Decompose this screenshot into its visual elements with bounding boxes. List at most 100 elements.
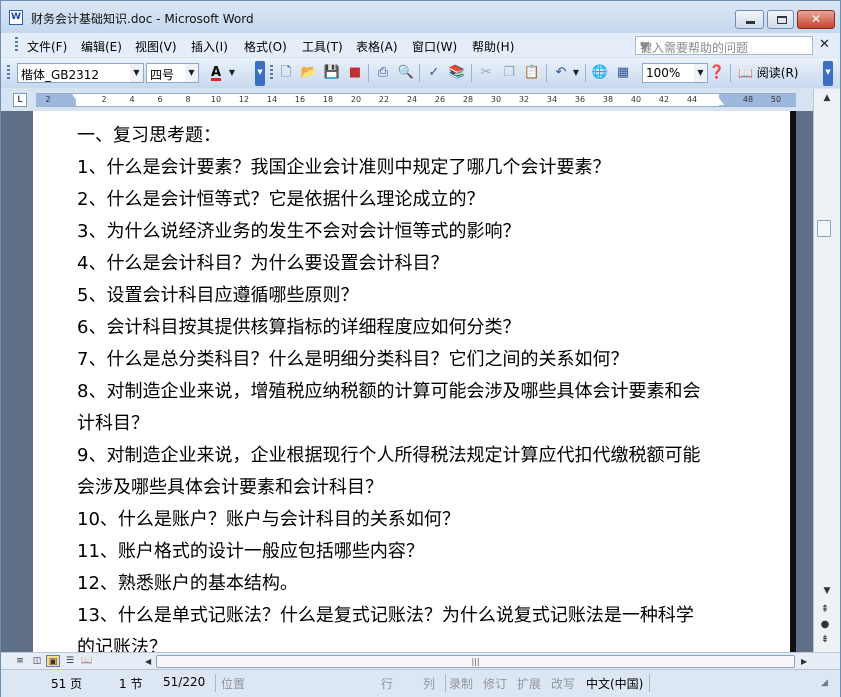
menu-insert[interactable]: 插入(I) — [191, 38, 228, 55]
menu-tools[interactable]: 工具(T) — [302, 38, 343, 55]
web-view-icon[interactable]: ◫ — [30, 655, 44, 667]
toolbar-options-icon[interactable]: ▼ — [823, 61, 833, 86]
status-page-count: 51/220 — [163, 675, 206, 689]
toolbar-grip-icon[interactable] — [7, 65, 10, 81]
print-preview-icon[interactable]: 🔍 — [397, 64, 415, 82]
open-folder-icon[interactable]: 📂 — [300, 64, 318, 82]
horizontal-ruler[interactable]: 2 2 4 6 8 10 12 14 16 18 20 22 24 26 28 … — [36, 93, 796, 107]
ruler-right-margin — [719, 94, 796, 106]
menu-edit[interactable]: 编辑(E) — [81, 38, 122, 55]
menu-window[interactable]: 窗口(W) — [412, 38, 457, 55]
toolbar-options-icon[interactable]: ▼ — [255, 61, 265, 86]
status-page: 51 页 — [51, 677, 83, 691]
close-button[interactable]: ✕ — [797, 10, 835, 29]
document-line: 12、熟悉账户的基本结构。 — [77, 573, 298, 594]
zoom-select[interactable]: 100% ▼ — [642, 63, 708, 83]
document-line: 4、什么是会计科目？为什么要设置会计科目？ — [77, 253, 449, 274]
ruler-tick: 4 — [129, 95, 135, 104]
minimize-icon — [746, 21, 755, 24]
book-icon: 📖 — [738, 66, 757, 80]
horizontal-scrollbar[interactable]: ◀ ||| ▶ — [101, 655, 807, 668]
vertical-scroll-thumb[interactable] — [817, 220, 831, 237]
help-search-input[interactable]: 键入需要帮助的问题 ▼ — [635, 36, 813, 55]
print-icon[interactable]: ⎙ — [374, 64, 392, 82]
reading-view-icon[interactable]: 📖 — [80, 655, 94, 667]
menu-help[interactable]: 帮助(H) — [472, 38, 514, 55]
help-icon[interactable]: ❓ — [708, 64, 726, 82]
tab-selector[interactable]: L — [13, 93, 27, 107]
copy-icon[interactable]: ❐ — [500, 64, 518, 82]
ruler-tick: 18 — [322, 95, 334, 104]
menu-view[interactable]: 视图(V) — [135, 38, 177, 55]
status-record[interactable]: 录制 — [449, 675, 473, 692]
cut-icon[interactable]: ✂ — [477, 64, 495, 82]
hyperlink-icon[interactable]: 🌐 — [591, 64, 609, 82]
ruler-tick: 12 — [238, 95, 250, 104]
resize-grip-icon[interactable]: ◢ — [821, 678, 828, 688]
scroll-right-icon[interactable]: ▶ — [801, 655, 807, 668]
maximize-button[interactable] — [767, 10, 794, 29]
document-area: 一、复习思考题： 1、什么是会计要素？我国企业会计准则中规定了哪几个会计要素？ … — [1, 111, 813, 652]
print-layout-icon[interactable]: ▣ — [46, 655, 60, 667]
toolbar-separator — [585, 64, 586, 82]
chevron-down-icon[interactable]: ▼ — [227, 64, 237, 82]
menu-file[interactable]: 文件(F) — [27, 38, 67, 55]
document-body[interactable]: 一、复习思考题： 1、什么是会计要素？我国企业会计准则中规定了哪几个会计要素？ … — [77, 120, 737, 652]
chevron-down-icon[interactable]: ▼ — [694, 64, 707, 82]
ruler-tick: 34 — [546, 95, 558, 104]
normal-view-icon[interactable]: ≡ — [13, 655, 27, 667]
permission-icon[interactable]: ■ — [346, 64, 364, 82]
document-line: 8、对制造企业来说，增殖税应纳税额的计算可能会涉及哪些具体会计要素和会 — [77, 381, 701, 402]
right-indent-marker[interactable] — [714, 98, 724, 105]
window-title: 财务会计基础知识.doc - Microsoft Word — [31, 12, 254, 26]
new-document-icon[interactable]: 🗋 — [277, 64, 295, 82]
horizontal-scroll-thumb[interactable]: ||| — [156, 655, 795, 668]
word-app-icon[interactable]: W — [9, 10, 23, 25]
ruler-tick: 26 — [434, 95, 446, 104]
previous-page-icon[interactable]: ⇞ — [818, 604, 832, 616]
status-language[interactable]: 中文(中国) — [586, 675, 643, 692]
ruler-tick: 38 — [602, 95, 614, 104]
minimize-button[interactable] — [735, 10, 764, 29]
word-window: W 财务会计基础知识.doc - Microsoft Word ✕ 文件(F) … — [0, 0, 841, 697]
status-extend[interactable]: 扩展 — [517, 675, 541, 692]
font-color-button[interactable]: A — [207, 64, 225, 82]
ruler-tick: 14 — [266, 95, 278, 104]
page-edge — [790, 111, 796, 652]
scroll-down-icon[interactable]: ▼ — [816, 584, 838, 598]
paste-icon[interactable]: 📋 — [523, 64, 541, 82]
save-icon[interactable]: 💾 — [323, 64, 341, 82]
chevron-down-icon[interactable]: ▼ — [640, 39, 810, 53]
status-track-changes[interactable]: 修订 — [483, 675, 507, 692]
research-icon[interactable]: 📚 — [448, 64, 466, 82]
menu-table[interactable]: 表格(A) — [356, 38, 398, 55]
scroll-left-icon[interactable]: ◀ — [145, 655, 151, 668]
status-separator — [445, 674, 446, 692]
ruler-tick: 22 — [378, 95, 390, 104]
scroll-up-icon[interactable]: ▲ — [816, 91, 838, 105]
next-page-icon[interactable]: ⇟ — [818, 634, 832, 646]
document-line: 5、设置会计科目应遵循哪些原则？ — [77, 285, 359, 306]
ruler-left-margin — [36, 94, 76, 106]
outline-view-icon[interactable]: ☰ — [63, 655, 77, 667]
undo-icon[interactable]: ↶ — [552, 64, 570, 82]
toolbar-grip-icon[interactable] — [270, 65, 273, 81]
status-overtype[interactable]: 改写 — [551, 675, 575, 692]
chevron-down-icon[interactable]: ▼ — [185, 64, 198, 82]
ruler-tick: 48 — [742, 95, 754, 104]
font-size-select[interactable]: 四号 ▼ — [146, 63, 199, 83]
vertical-scrollbar[interactable]: ▲ ▼ ⇞ ● ⇟ — [813, 89, 840, 652]
status-bar: 51 页 1 节 51/220 位置 行 列 录制 修订 扩展 改写 中文(中国… — [1, 669, 840, 697]
document-page[interactable]: 一、复习思考题： 1、什么是会计要素？我国企业会计准则中规定了哪几个会计要素？ … — [33, 111, 790, 652]
document-close-icon[interactable]: ✕ — [819, 37, 830, 52]
menu-grip-icon[interactable] — [15, 37, 18, 53]
first-line-indent-marker[interactable] — [72, 94, 82, 101]
chevron-down-icon[interactable]: ▼ — [130, 64, 143, 82]
font-name-select[interactable]: 楷体_GB2312 ▼ — [17, 63, 144, 83]
chevron-down-icon[interactable]: ▼ — [571, 64, 581, 82]
table-icon[interactable]: ▦ — [614, 64, 632, 82]
reading-layout-button[interactable]: 📖 阅读(R) — [738, 64, 798, 81]
select-browse-object-icon[interactable]: ● — [818, 619, 832, 631]
spelling-icon[interactable]: ✓ — [425, 64, 443, 82]
menu-format[interactable]: 格式(O) — [244, 38, 287, 55]
